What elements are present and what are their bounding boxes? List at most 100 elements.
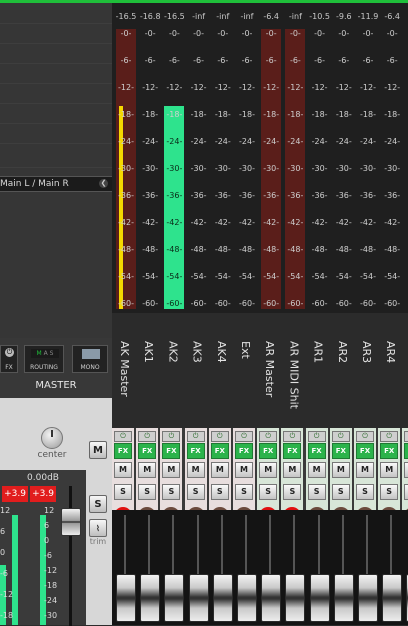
trim-envelope-icon[interactable]: ⌇	[89, 519, 107, 537]
solo-button[interactable]: S	[114, 484, 132, 500]
solo-button[interactable]: S	[283, 484, 302, 500]
solo-button[interactable]: S	[307, 484, 326, 500]
fx-power-icon[interactable]: ⏻	[404, 431, 408, 442]
fx-button[interactable]: FX	[210, 443, 229, 459]
mute-button[interactable]: M	[380, 462, 399, 478]
fx-power-icon[interactable]: ⏻	[283, 431, 302, 442]
mute-button[interactable]: M	[235, 462, 253, 478]
solo-button[interactable]: S	[210, 484, 229, 500]
fader-handle[interactable]	[116, 574, 136, 622]
mute-button[interactable]: M	[162, 462, 181, 478]
track-name: Ext	[239, 341, 252, 359]
fx-power-icon[interactable]: ⏻	[235, 431, 253, 442]
fx-button[interactable]: FX	[235, 443, 253, 459]
solo-button[interactable]: S	[331, 484, 350, 500]
master-fx-button[interactable]: ⏻ FX	[0, 345, 18, 373]
mute-button[interactable]: M	[186, 462, 205, 478]
fader-handle[interactable]	[261, 574, 282, 622]
track-meter	[404, 3, 408, 313]
master-mono-button[interactable]: MONO	[72, 345, 108, 373]
fader-handle[interactable]	[285, 574, 306, 622]
fx-power-icon[interactable]: ⏻	[307, 431, 326, 442]
master-clip-right[interactable]: +3.9	[30, 486, 56, 502]
fx-button[interactable]: FX	[186, 443, 205, 459]
master-routing-button[interactable]: M A S ROUTING	[24, 345, 64, 373]
fader-handle[interactable]	[382, 574, 403, 622]
mute-button[interactable]: M	[138, 462, 157, 478]
master-volume-readout: 0.00dB	[27, 473, 59, 483]
fader-handle[interactable]	[309, 574, 330, 622]
fader-handle[interactable]	[358, 574, 378, 622]
solo-button[interactable]: S	[138, 484, 157, 500]
mute-button[interactable]: M	[259, 462, 278, 478]
fader-handle[interactable]	[212, 574, 233, 622]
track-control-strip: ⏻FX MS	[184, 428, 207, 525]
mute-button[interactable]: M	[404, 462, 408, 478]
fader-handle[interactable]	[333, 574, 354, 622]
track-control-strip: ⏻FX MS	[354, 428, 376, 525]
fx-button[interactable]: FX	[404, 443, 408, 459]
mute-button[interactable]: M	[307, 462, 326, 478]
scale-tick: -18-	[402, 110, 408, 119]
track-name: AR Master	[263, 341, 277, 398]
track-control-strip: ⏻FX MS	[112, 428, 134, 525]
fader-handle[interactable]	[188, 574, 209, 622]
fx-button[interactable]: FX	[138, 443, 157, 459]
track-control-strip: ⏻FX MS	[305, 428, 328, 525]
chevron-left-icon[interactable]: ❮	[99, 179, 108, 188]
fx-button[interactable]: FX	[162, 443, 181, 459]
fx-button[interactable]: FX	[307, 443, 326, 459]
master-fader-track[interactable]	[69, 486, 72, 626]
master-strip: center 0.00dB +3.9 +3.9 M S ⌇ trim 12 6 0-…	[0, 398, 112, 626]
fx-power-icon[interactable]: ⏻	[186, 431, 205, 442]
solo-button[interactable]: S	[235, 484, 253, 500]
track-name-row: AK Master AK1 AK2 AK3 AK4 Ext AR Master AR MIDI…	[112, 313, 408, 428]
fx-button[interactable]: FX	[380, 443, 399, 459]
fx-power-icon[interactable]: ⏻	[259, 431, 278, 442]
master-meter-left	[12, 515, 18, 625]
fx-power-icon[interactable]: ⏻	[162, 431, 181, 442]
mute-button[interactable]: M	[331, 462, 350, 478]
fader-handle[interactable]	[237, 574, 257, 622]
fx-power-icon[interactable]: ⏻	[331, 431, 350, 442]
fx-power-icon[interactable]: ⏻	[114, 431, 132, 442]
track-name: AK1	[142, 341, 156, 363]
fader-handle[interactable]	[164, 574, 185, 622]
mute-button[interactable]: M	[210, 462, 229, 478]
mute-button[interactable]: M	[114, 462, 132, 478]
solo-button[interactable]: S	[259, 484, 278, 500]
master-fader-handle[interactable]	[61, 508, 81, 536]
fx-power-icon[interactable]: ⏻	[210, 431, 229, 442]
mute-button[interactable]: M	[356, 462, 374, 478]
track-name: AK4	[214, 341, 228, 363]
mute-button[interactable]: M	[283, 462, 302, 478]
peak-readout: -0	[402, 12, 408, 21]
master-clip-left[interactable]: +3.9	[2, 486, 28, 502]
master-routing-selector[interactable]: Main L / Main R ❮	[0, 176, 112, 192]
track-name: AK3	[190, 341, 204, 363]
fx-power-icon[interactable]: ⏻	[356, 431, 374, 442]
solo-button[interactable]: S	[162, 484, 181, 500]
solo-button[interactable]: S	[404, 484, 408, 500]
fx-power-icon[interactable]: ⏻	[380, 431, 399, 442]
master-mute-button[interactable]: M	[89, 441, 107, 459]
master-scale-tick-right: 0	[44, 536, 50, 545]
solo-button[interactable]: S	[356, 484, 374, 500]
fader-handle[interactable]	[140, 574, 161, 622]
fx-button[interactable]: FX	[114, 443, 132, 459]
fx-power-icon[interactable]: ⏻	[138, 431, 157, 442]
track-control-strip: ⏻FX MS	[208, 428, 231, 525]
solo-button[interactable]: S	[186, 484, 205, 500]
scale-tick: -36-	[402, 191, 408, 200]
fx-button[interactable]: FX	[356, 443, 374, 459]
fx-button[interactable]: FX	[331, 443, 350, 459]
track-meter	[332, 3, 356, 313]
master-pan-knob[interactable]	[41, 427, 63, 449]
fx-button[interactable]: FX	[283, 443, 302, 459]
solo-button[interactable]: S	[380, 484, 399, 500]
fx-button[interactable]: FX	[259, 443, 278, 459]
trim-label: trim	[89, 537, 107, 546]
mono-label: MONO	[80, 364, 100, 371]
master-solo-button[interactable]: S	[89, 495, 107, 513]
track-control-strip: ⏻FX MS	[257, 428, 280, 525]
